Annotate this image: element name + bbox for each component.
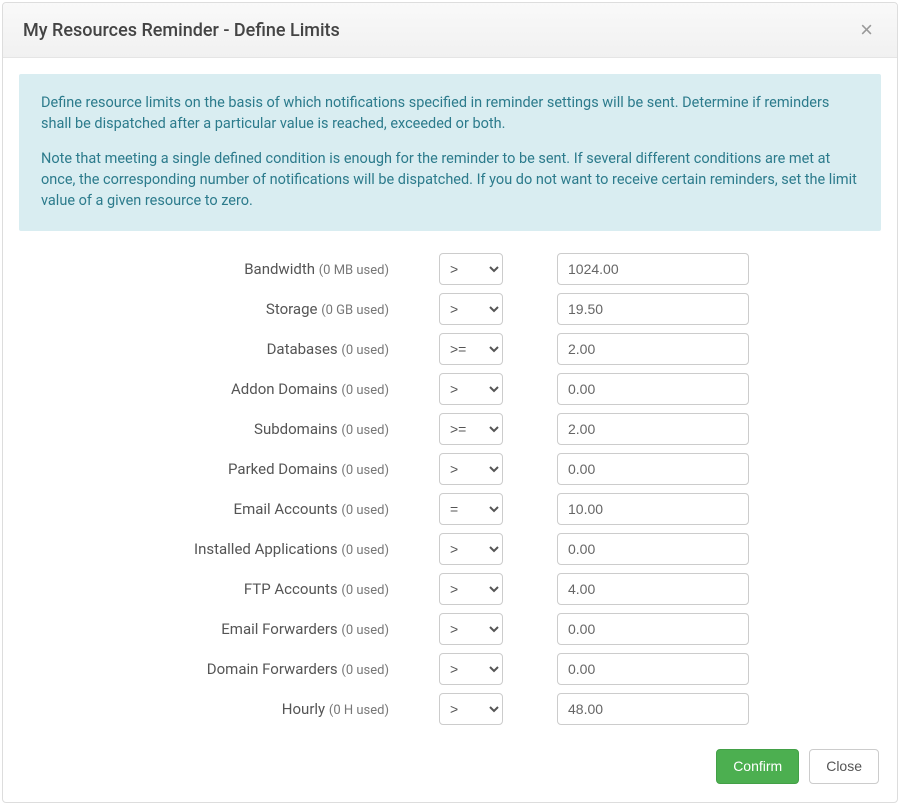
limit-input-domain-forwarders[interactable] [557,653,749,685]
limit-row-email-accounts: Email Accounts (0 used) >>== [23,493,877,525]
limit-usage-text: (0 used) [341,383,389,398]
modal-footer: Confirm Close [3,733,897,802]
limit-input-bandwidth[interactable] [557,253,749,285]
limit-row-domain-forwarders: Domain Forwarders (0 used) >>== [23,653,877,685]
limit-row-installed-applications: Installed Applications (0 used) >>== [23,533,877,565]
operator-select-installed-applications[interactable]: >>== [439,533,503,565]
limit-input-ftp-accounts[interactable] [557,573,749,605]
operator-select-storage[interactable]: >>== [439,293,503,325]
modal-body: Define resource limits on the basis of w… [3,58,897,725]
limit-row-storage: Storage (0 GB used) >>== [23,293,877,325]
operator-select-domain-forwarders[interactable]: >>== [439,653,503,685]
confirm-button[interactable]: Confirm [716,749,799,784]
operator-select-addon-domains[interactable]: >>== [439,373,503,405]
limit-label-text: Subdomains [254,420,338,438]
operator-select-hourly[interactable]: >>== [439,693,503,725]
limit-label-databases: Databases (0 used) [23,340,389,358]
info-panel: Define resource limits on the basis of w… [19,74,881,231]
limit-label-bandwidth: Bandwidth (0 MB used) [23,260,389,278]
limit-label-installed-applications: Installed Applications (0 used) [23,540,389,558]
limit-input-parked-domains[interactable] [557,453,749,485]
info-paragraph-2: Note that meeting a single defined condi… [41,148,859,211]
operator-select-email-accounts[interactable]: >>== [439,493,503,525]
limit-usage-text: (0 GB used) [321,303,389,318]
limit-label-text: Installed Applications [194,540,338,558]
limit-usage-text: (0 used) [341,343,389,358]
limit-input-storage[interactable] [557,293,749,325]
limit-input-email-forwarders[interactable] [557,613,749,645]
limit-row-subdomains: Subdomains (0 used) >>== [23,413,877,445]
limit-row-addon-domains: Addon Domains (0 used) >>== [23,373,877,405]
limit-row-bandwidth: Bandwidth (0 MB used) >>== [23,253,877,285]
operator-select-subdomains[interactable]: >>== [439,413,503,445]
limit-label-text: Parked Domains [228,460,338,478]
limit-label-addon-domains: Addon Domains (0 used) [23,380,389,398]
limit-usage-text: (0 used) [341,583,389,598]
limit-label-email-forwarders: Email Forwarders (0 used) [23,620,389,638]
limit-label-text: Bandwidth [244,260,315,278]
limit-label-subdomains: Subdomains (0 used) [23,420,389,438]
limit-row-databases: Databases (0 used) >>== [23,333,877,365]
limit-usage-text: (0 used) [341,423,389,438]
limit-label-text: Databases [267,340,338,358]
limit-label-text: FTP Accounts [244,580,338,598]
limit-row-hourly: Hourly (0 H used) >>== [23,693,877,725]
modal-title: My Resources Reminder - Define Limits [23,20,340,41]
limit-row-ftp-accounts: FTP Accounts (0 used) >>== [23,573,877,605]
limit-label-email-accounts: Email Accounts (0 used) [23,500,389,518]
limit-usage-text: (0 H used) [329,703,389,718]
operator-select-databases[interactable]: >>== [439,333,503,365]
limit-usage-text: (0 used) [341,543,389,558]
operator-select-bandwidth[interactable]: >>== [439,253,503,285]
limit-input-hourly[interactable] [557,693,749,725]
limit-input-installed-applications[interactable] [557,533,749,565]
limit-usage-text: (0 used) [341,463,389,478]
limit-input-email-accounts[interactable] [557,493,749,525]
operator-select-parked-domains[interactable]: >>== [439,453,503,485]
limit-label-text: Addon Domains [231,380,338,398]
close-icon[interactable]: × [856,19,877,41]
limit-usage-text: (0 used) [341,663,389,678]
limit-label-text: Storage [266,300,318,318]
limit-usage-text: (0 MB used) [319,263,389,278]
limit-label-text: Email Accounts [234,500,338,518]
close-button[interactable]: Close [809,749,879,784]
info-paragraph-1: Define resource limits on the basis of w… [41,92,859,134]
limit-input-subdomains[interactable] [557,413,749,445]
operator-select-ftp-accounts[interactable]: >>== [439,573,503,605]
limit-row-email-forwarders: Email Forwarders (0 used) >>== [23,613,877,645]
limit-label-hourly: Hourly (0 H used) [23,700,389,718]
limit-label-ftp-accounts: FTP Accounts (0 used) [23,580,389,598]
limit-input-addon-domains[interactable] [557,373,749,405]
limit-label-text: Domain Forwarders [207,660,338,678]
limit-label-storage: Storage (0 GB used) [23,300,389,318]
limit-input-databases[interactable] [557,333,749,365]
limit-row-parked-domains: Parked Domains (0 used) >>== [23,453,877,485]
operator-select-email-forwarders[interactable]: >>== [439,613,503,645]
modal-define-limits: My Resources Reminder - Define Limits × … [2,2,898,803]
limit-label-text: Hourly [282,700,325,718]
limit-usage-text: (0 used) [341,503,389,518]
limit-usage-text: (0 used) [341,623,389,638]
limit-label-text: Email Forwarders [221,620,337,638]
modal-header: My Resources Reminder - Define Limits × [3,3,897,58]
limits-form: Bandwidth (0 MB used)>>==Storage (0 GB u… [19,253,881,725]
limit-label-domain-forwarders: Domain Forwarders (0 used) [23,660,389,678]
limit-label-parked-domains: Parked Domains (0 used) [23,460,389,478]
